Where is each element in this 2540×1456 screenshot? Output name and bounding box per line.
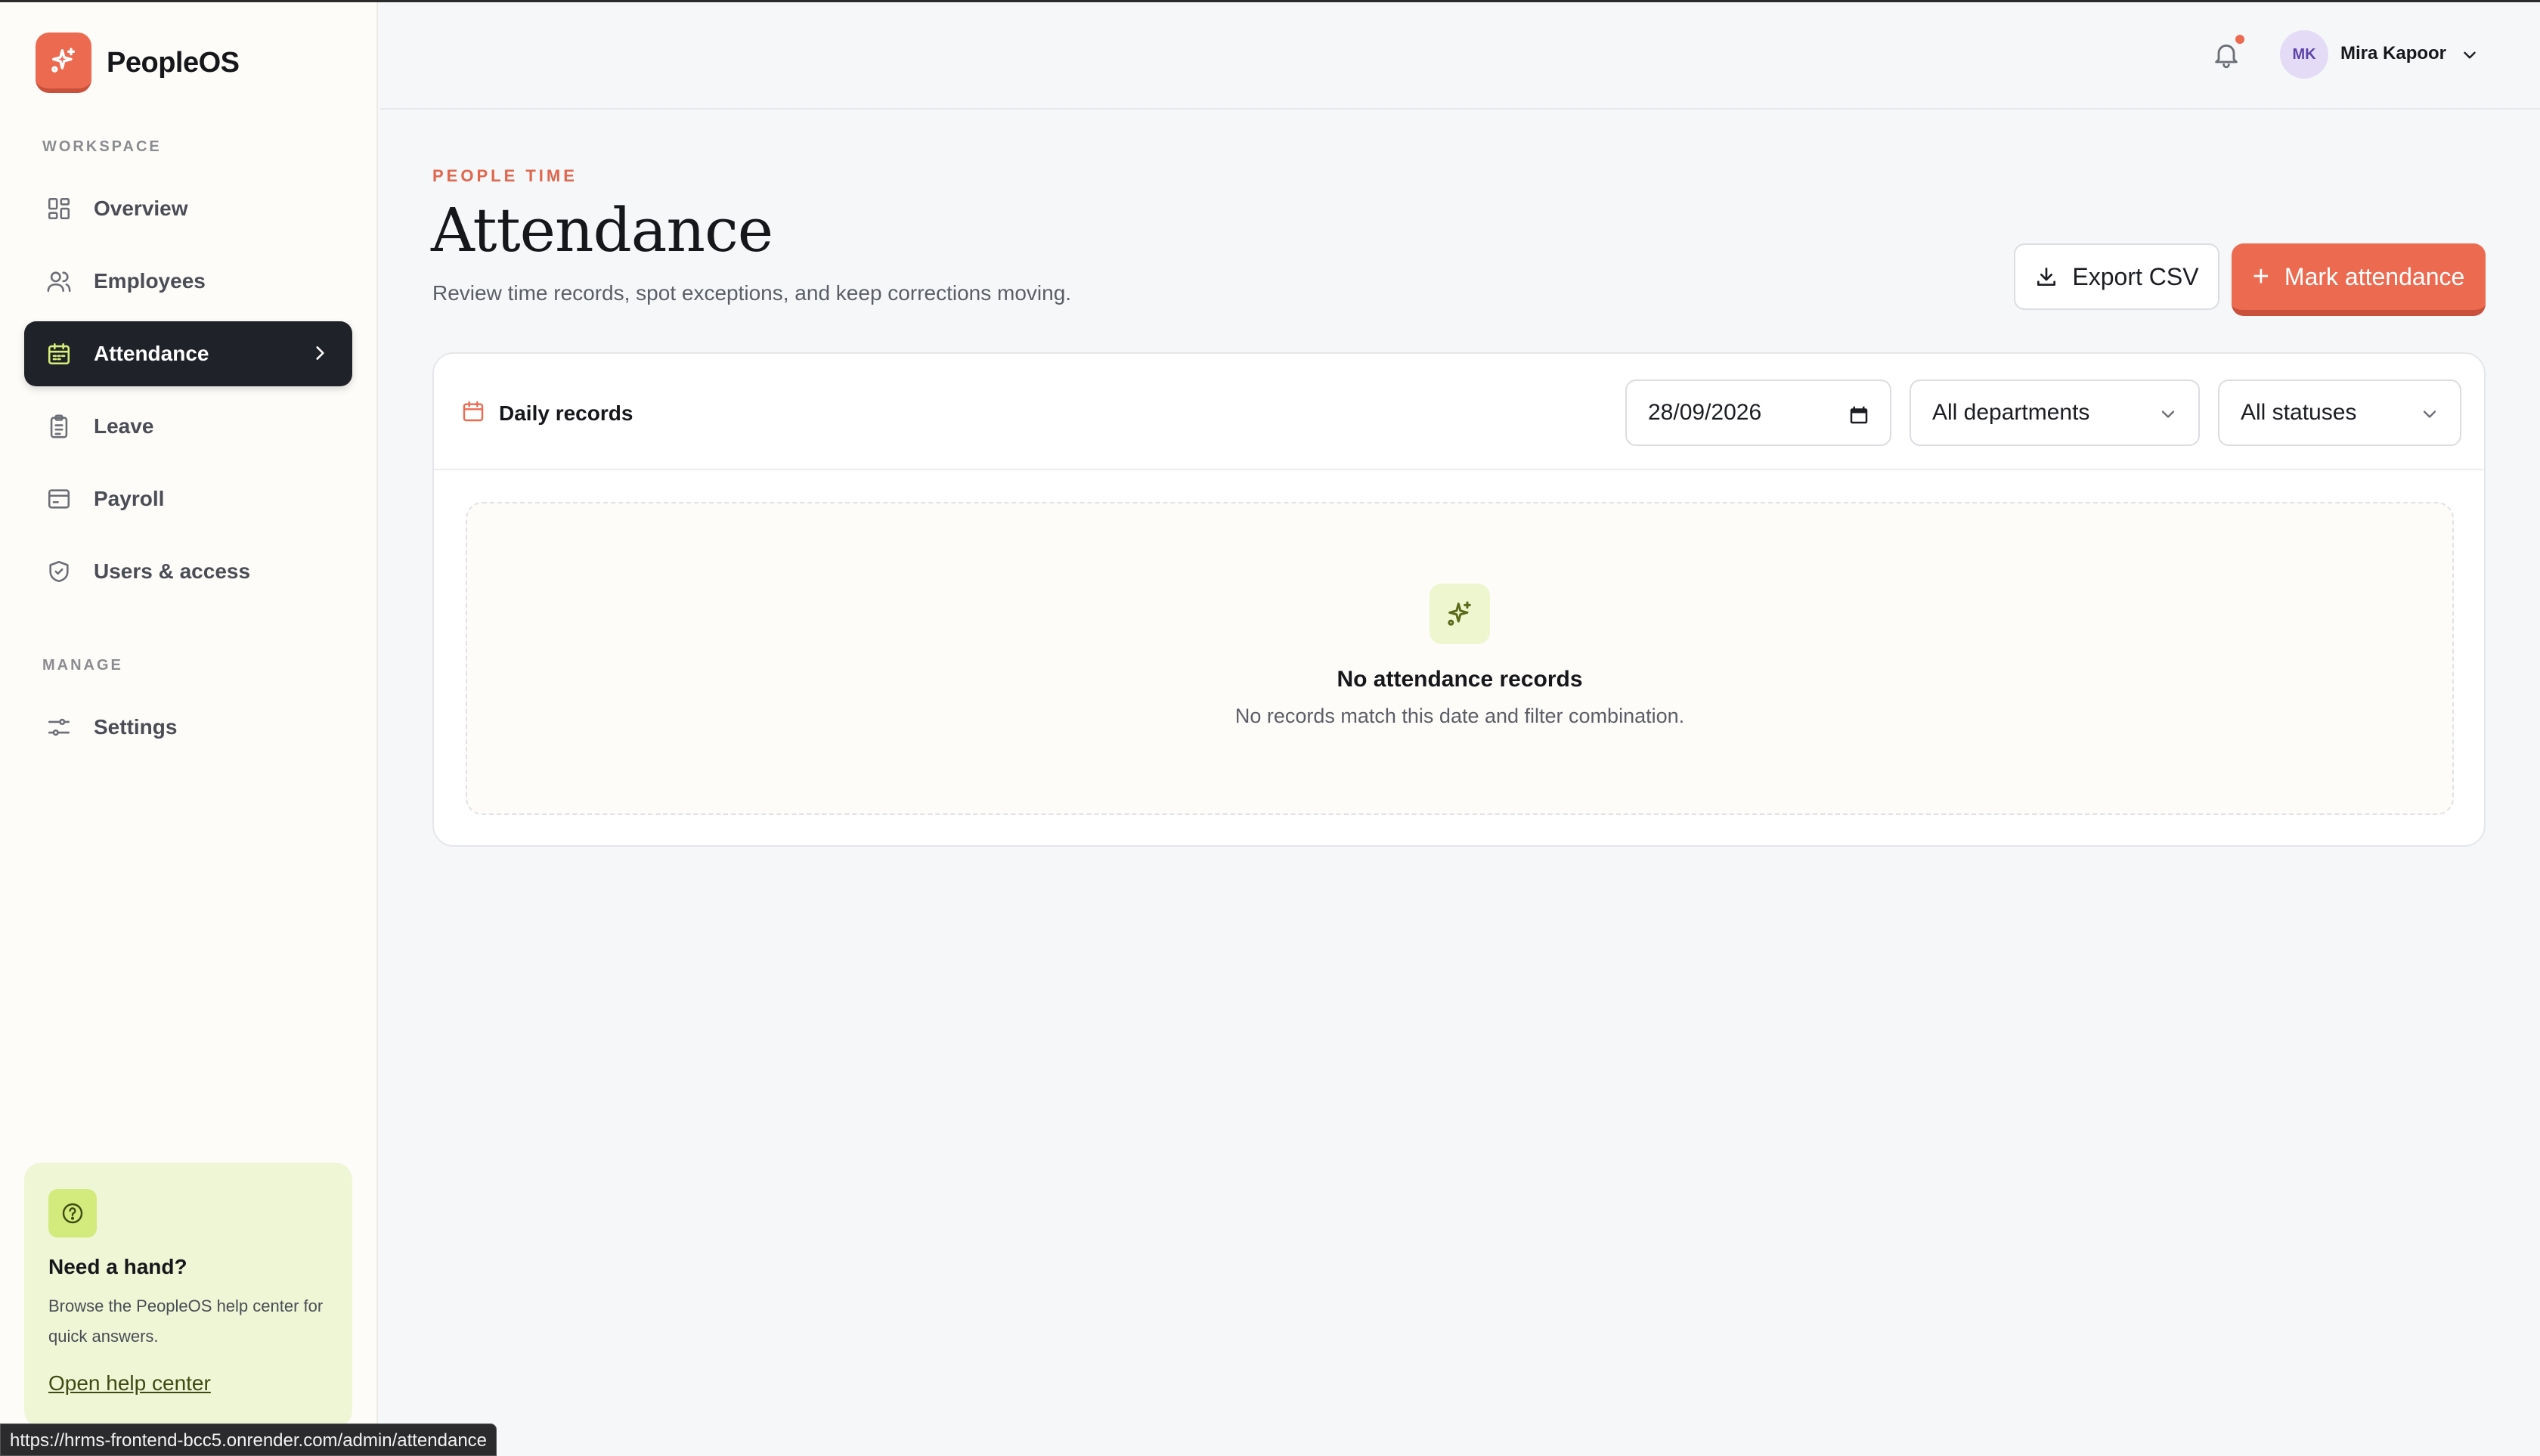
help-card: Need a hand? Browse the PeopleOS help ce… — [24, 1163, 352, 1427]
empty-state-description: No records match this date and filter co… — [1234, 705, 1685, 727]
date-input[interactable]: 28/09/2026 — [1625, 379, 1891, 446]
export-csv-label: Export CSV — [2072, 262, 2199, 290]
clipboard-icon — [45, 413, 73, 440]
sidebar-item-label: Attendance — [94, 342, 209, 365]
sidebar-item-label: Overview — [94, 197, 188, 220]
calendar-icon — [461, 399, 485, 427]
sparkle-icon — [1430, 584, 1490, 644]
sliders-icon — [45, 714, 73, 741]
sidebar-item-label: Users & access — [94, 559, 251, 583]
sidebar-item-leave[interactable]: Leave — [24, 394, 352, 459]
help-title: Need a hand? — [48, 1255, 187, 1278]
manage-section-label: MANAGE — [42, 657, 123, 674]
sidebar: PeopleOS WORKSPACE Overview Employees At… — [0, 2, 378, 1456]
date-value: 28/09/2026 — [1648, 400, 1762, 425]
sidebar-item-settings[interactable]: Settings — [24, 695, 352, 760]
status-select[interactable]: All statuses — [2218, 379, 2461, 446]
card-header: Daily records 28/09/2026 All departments… — [434, 354, 2484, 470]
sparkle-icon — [36, 33, 91, 93]
help-circle-icon — [48, 1189, 97, 1238]
brand-name: PeopleOS — [107, 46, 240, 79]
calendar-icon — [45, 340, 73, 367]
shield-icon — [45, 558, 73, 585]
chevron-down-icon — [2419, 404, 2440, 425]
calendar-picker-icon[interactable] — [1848, 404, 1870, 426]
wallet-icon — [45, 485, 73, 513]
card-title: Daily records — [499, 401, 633, 425]
sidebar-item-users-access[interactable]: Users & access — [24, 539, 352, 604]
department-value: All departments — [1932, 400, 2090, 425]
sidebar-item-employees[interactable]: Employees — [24, 249, 352, 314]
chevron-down-icon[interactable] — [2460, 45, 2480, 69]
download-icon — [2034, 265, 2058, 289]
sidebar-item-label: Payroll — [94, 487, 165, 510]
avatar[interactable]: MK — [2280, 30, 2328, 79]
status-value: All statuses — [2241, 400, 2357, 425]
workspace-section-label: WORKSPACE — [42, 138, 162, 155]
sidebar-item-label: Settings — [94, 715, 178, 739]
chevron-right-icon — [310, 343, 330, 368]
sidebar-item-label: Leave — [94, 414, 154, 438]
daily-records-card: Daily records 28/09/2026 All departments… — [432, 352, 2486, 847]
department-select[interactable]: All departments — [1910, 379, 2200, 446]
user-name[interactable]: Mira Kapoor — [2340, 43, 2446, 64]
sidebar-item-overview[interactable]: Overview — [24, 176, 352, 241]
browser-status-url: https://hrms-frontend-bcc5.onrender.com/… — [0, 1423, 497, 1456]
sidebar-item-label: Employees — [94, 269, 206, 293]
sidebar-item-attendance[interactable]: Attendance — [24, 321, 352, 386]
mark-attendance-label: Mark attendance — [2284, 262, 2465, 290]
chevron-down-icon — [2157, 404, 2179, 425]
plus-icon: + — [2252, 261, 2269, 293]
export-csv-button[interactable]: Export CSV — [2014, 243, 2219, 310]
users-icon — [45, 268, 73, 295]
page-title: Attendance — [431, 195, 773, 265]
empty-state: No attendance records No records match t… — [466, 502, 2454, 815]
grid-icon — [45, 195, 73, 222]
mark-attendance-button[interactable]: + Mark attendance — [2232, 243, 2486, 316]
page-eyebrow: PEOPLE TIME — [432, 166, 578, 185]
help-description: Browse the PeopleOS help center for quic… — [48, 1296, 324, 1346]
notification-dot — [2235, 35, 2244, 44]
empty-state-title: No attendance records — [1337, 667, 1583, 692]
open-help-center-link[interactable]: Open help center — [48, 1371, 211, 1396]
brand[interactable]: PeopleOS — [36, 33, 240, 93]
sidebar-item-payroll[interactable]: Payroll — [24, 466, 352, 531]
page-subtitle: Review time records, spot exceptions, an… — [432, 281, 1072, 305]
bell-icon[interactable] — [2211, 39, 2241, 70]
